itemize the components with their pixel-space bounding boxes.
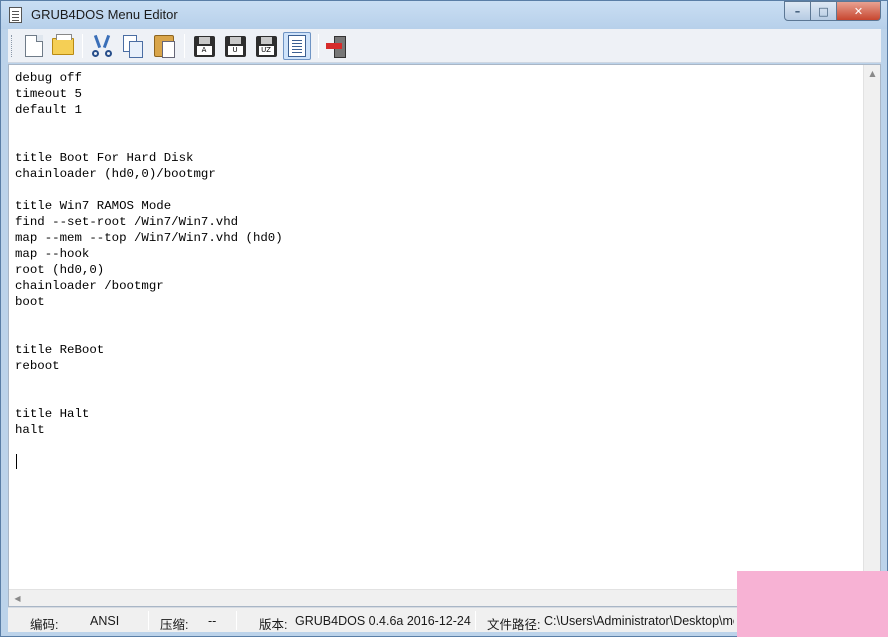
toolbar-separator bbox=[318, 34, 319, 58]
editor-line[interactable]: chainloader /bootmgr bbox=[15, 278, 859, 294]
document-icon bbox=[288, 35, 306, 57]
horizontal-scrollbar[interactable]: ◀ ▶ bbox=[9, 589, 863, 606]
editor-line[interactable]: title ReBoot bbox=[15, 342, 859, 358]
compression-value: -- bbox=[208, 614, 217, 628]
editor-line[interactable] bbox=[15, 182, 859, 198]
app-icon bbox=[9, 7, 22, 23]
editor-line[interactable]: find --set-root /Win7/Win7.vhd bbox=[15, 214, 859, 230]
editor-text[interactable]: debug off timeout 5 default 1 title Boot Fo… bbox=[15, 70, 859, 588]
editor-line[interactable]: debug off bbox=[15, 70, 859, 86]
text-view-button[interactable] bbox=[283, 32, 311, 60]
maximize-button[interactable]: □ bbox=[811, 1, 837, 21]
editor-line[interactable] bbox=[15, 438, 859, 454]
status-divider bbox=[475, 611, 476, 630]
window-controls: – □ ✕ bbox=[784, 1, 881, 21]
editor-line[interactable]: title Boot For Hard Disk bbox=[15, 150, 859, 166]
path-label: 文件路径: bbox=[487, 618, 541, 632]
editor-line[interactable] bbox=[15, 374, 859, 390]
disk-label: UZ bbox=[258, 45, 274, 55]
scroll-left-arrow-icon[interactable]: ◀ bbox=[9, 590, 26, 607]
toolbar-separator bbox=[82, 34, 83, 58]
text-caret bbox=[16, 454, 17, 469]
editor-line[interactable] bbox=[15, 118, 859, 134]
path-value: C:\Users\Administrator\Desktop\menu.lst bbox=[544, 614, 734, 628]
editor-line[interactable] bbox=[15, 326, 859, 342]
save-ansi-button[interactable]: A bbox=[190, 32, 218, 60]
editor-line[interactable]: timeout 5 bbox=[15, 86, 859, 102]
editor-line[interactable] bbox=[15, 454, 859, 470]
text-editor[interactable]: debug off timeout 5 default 1 title Boot Fo… bbox=[8, 64, 881, 607]
open-folder-icon bbox=[52, 33, 74, 55]
exit-door-icon bbox=[325, 35, 347, 58]
save-unicode-button[interactable]: U bbox=[221, 32, 249, 60]
editor-line[interactable]: halt bbox=[15, 422, 859, 438]
new-file-icon bbox=[25, 35, 43, 57]
vertical-scrollbar[interactable]: ▲ ▼ bbox=[863, 65, 880, 589]
status-divider bbox=[236, 611, 237, 630]
open-file-button[interactable] bbox=[49, 32, 77, 60]
title-bar[interactable]: GRUB4DOS Menu Editor – □ ✕ bbox=[1, 1, 887, 29]
scroll-up-arrow-icon[interactable]: ▲ bbox=[864, 65, 881, 82]
editor-line[interactable]: reboot bbox=[15, 358, 859, 374]
exit-button[interactable] bbox=[322, 32, 350, 60]
status-divider bbox=[148, 611, 149, 630]
floppy-disk-icon: U bbox=[224, 35, 246, 57]
editor-line[interactable]: map --hook bbox=[15, 246, 859, 262]
editor-line[interactable]: boot bbox=[15, 294, 859, 310]
editor-window: GRUB4DOS Menu Editor – □ ✕ A U UZ debug … bbox=[0, 0, 888, 637]
cut-button[interactable] bbox=[88, 32, 116, 60]
copy-button[interactable] bbox=[119, 32, 147, 60]
scissors-icon bbox=[92, 35, 112, 57]
clipboard-icon bbox=[154, 35, 175, 58]
save-utf8-button[interactable]: UZ bbox=[252, 32, 280, 60]
encoding-value: ANSI bbox=[90, 614, 120, 628]
editor-line[interactable]: chainloader (hd0,0)/bootmgr bbox=[15, 166, 859, 182]
compression-label: 压缩: bbox=[160, 618, 189, 632]
editor-line[interactable]: root (hd0,0) bbox=[15, 262, 859, 278]
disk-label: U bbox=[227, 45, 243, 55]
version-value: GRUB4DOS 0.4.6a 2016-12-24 bbox=[295, 614, 471, 628]
close-button[interactable]: ✕ bbox=[837, 1, 881, 21]
editor-line[interactable]: default 1 bbox=[15, 102, 859, 118]
editor-line[interactable]: title Halt bbox=[15, 406, 859, 422]
encoding-label: 编码: bbox=[30, 618, 59, 632]
minimize-button[interactable]: – bbox=[784, 1, 811, 21]
floppy-disk-icon: UZ bbox=[255, 35, 277, 57]
copy-icon bbox=[123, 35, 143, 58]
new-file-button[interactable] bbox=[20, 32, 48, 60]
disk-label: A bbox=[196, 45, 212, 55]
toolbar: A U UZ bbox=[8, 29, 881, 63]
floppy-disk-icon: A bbox=[193, 35, 215, 57]
editor-line[interactable] bbox=[15, 310, 859, 326]
editor-line[interactable] bbox=[15, 134, 859, 150]
paste-button[interactable] bbox=[150, 32, 178, 60]
toolbar-grip[interactable] bbox=[11, 35, 13, 57]
editor-line[interactable] bbox=[15, 390, 859, 406]
window-title: GRUB4DOS Menu Editor bbox=[31, 7, 178, 22]
overlay-block bbox=[737, 571, 888, 637]
editor-line[interactable]: map --mem --top /Win7/Win7.vhd (hd0) bbox=[15, 230, 859, 246]
version-label: 版本: bbox=[259, 618, 288, 632]
editor-line[interactable]: title Win7 RAMOS Mode bbox=[15, 198, 859, 214]
toolbar-separator bbox=[184, 34, 185, 58]
